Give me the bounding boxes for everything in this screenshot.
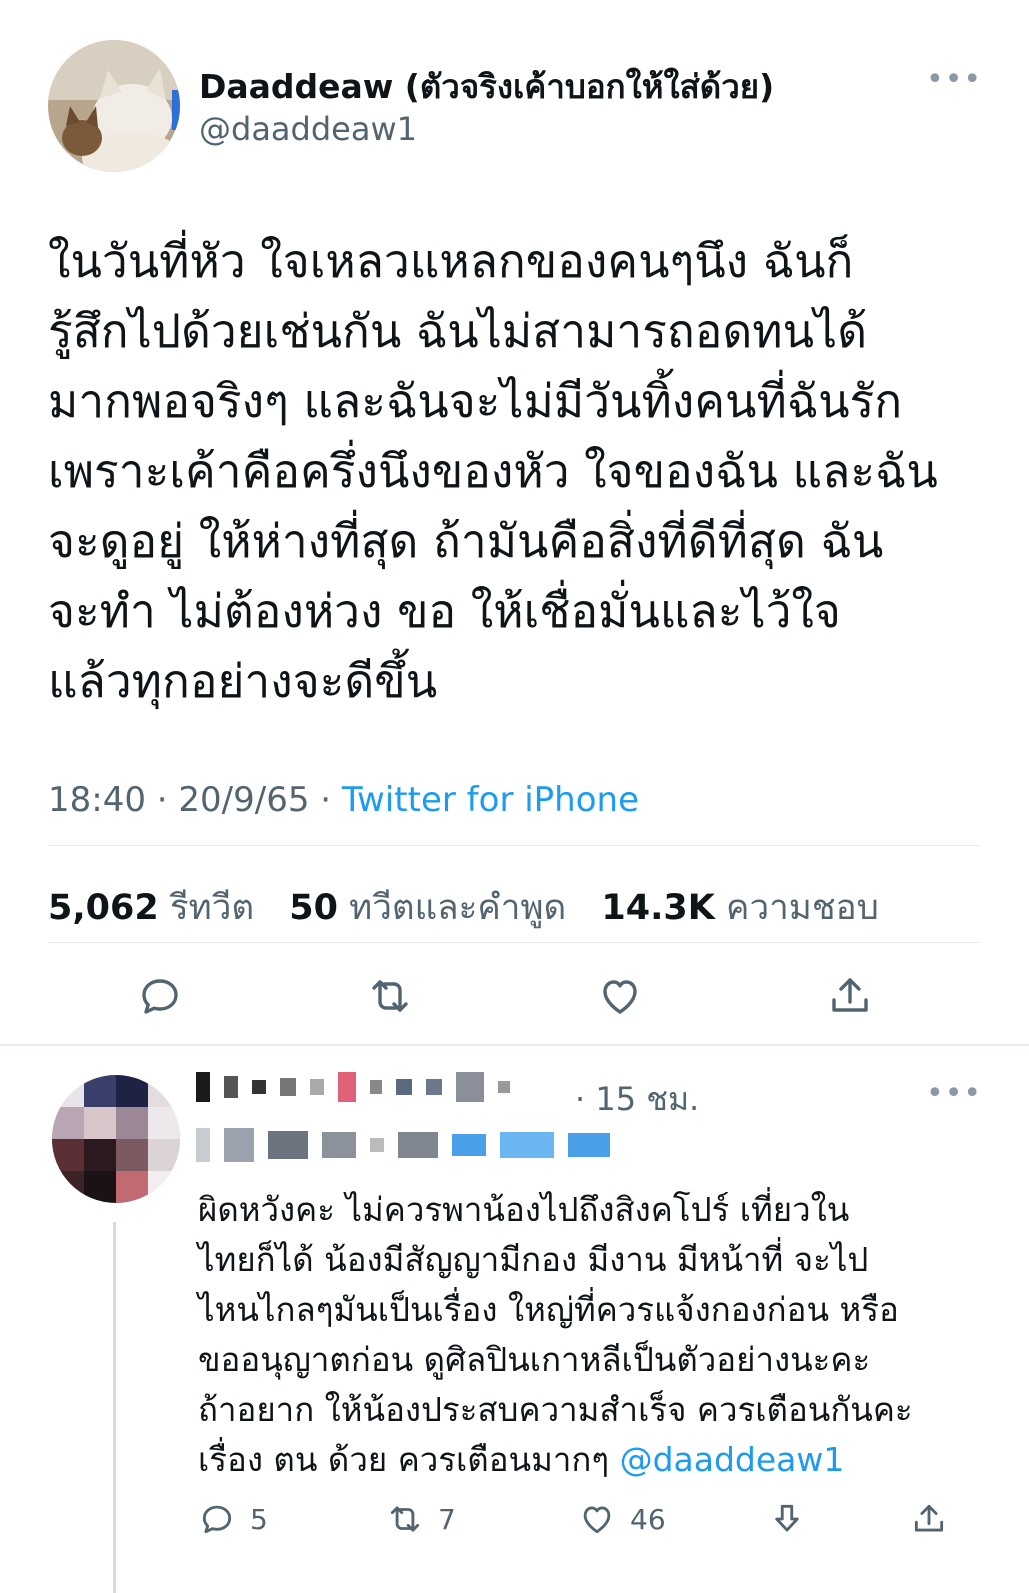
- tweet-meta: 18:40 · 20/9/65 · Twitter for iPhone: [48, 780, 639, 820]
- divider: [48, 942, 980, 943]
- share-icon: [914, 1504, 944, 1532]
- likes-count[interactable]: 14.3K: [601, 888, 714, 928]
- retweets-count[interactable]: 5,062: [48, 888, 159, 928]
- tweet-source[interactable]: Twitter for iPhone: [342, 780, 639, 820]
- reply-author-avatar[interactable]: [52, 1075, 180, 1203]
- retweet-icon: [390, 1506, 420, 1532]
- retweet-icon[interactable]: [366, 972, 414, 1020]
- share-icon[interactable]: [826, 972, 874, 1020]
- reply-mention[interactable]: @daaddeaw1: [620, 1440, 845, 1479]
- more-horizontal-icon[interactable]: •••: [926, 62, 982, 97]
- downvote-icon: [775, 1504, 799, 1532]
- quotes-label[interactable]: ทวีตและคำพูด: [349, 888, 566, 928]
- reply-text: ผิดหวังคะ ไม่ควรพาน้องไปถึงสิงคโปร์ เที่…: [198, 1185, 988, 1485]
- likes-label[interactable]: ความชอบ: [726, 888, 879, 928]
- more-horizontal-icon[interactable]: •••: [926, 1076, 982, 1111]
- quotes-count[interactable]: 50: [289, 888, 338, 928]
- retweets-label[interactable]: รีทวีต: [170, 888, 254, 928]
- like-icon[interactable]: [596, 972, 644, 1020]
- reply-downvote-button[interactable]: [768, 1500, 806, 1538]
- reply-share-button[interactable]: [910, 1500, 948, 1538]
- reply-reply-button[interactable]: 5: [198, 1500, 268, 1538]
- reply-author-name-redacted[interactable]: [196, 1072, 510, 1102]
- author-avatar[interactable]: [48, 40, 180, 172]
- reply-icon: [202, 1505, 232, 1534]
- reply-icon[interactable]: [136, 972, 184, 1020]
- tweet-text: ในวันที่หัว ใจเหลวแหลกของคนๆนึง ฉันก็ รู…: [48, 234, 938, 708]
- reply-like-button[interactable]: 46: [578, 1500, 666, 1538]
- reply-author-handle-redacted[interactable]: [196, 1128, 610, 1162]
- tweet-timestamp[interactable]: 18:40 · 20/9/65 ·: [48, 780, 331, 820]
- reply-count: 5: [250, 1502, 268, 1536]
- like-icon: [583, 1506, 611, 1534]
- reply-retweet-button[interactable]: 7: [386, 1500, 456, 1538]
- reply-timestamp[interactable]: · 15 ชม.: [575, 1074, 699, 1125]
- author-handle[interactable]: @daaddeaw1: [199, 110, 417, 148]
- retweet-count: 7: [438, 1502, 456, 1536]
- section-divider: [0, 1044, 1029, 1046]
- author-display-name[interactable]: Daaddeaw (ตัวจริงเค้าบอกให้ใส่ด้วย): [199, 60, 774, 113]
- divider: [48, 845, 980, 846]
- thread-line: [113, 1222, 116, 1593]
- tweet-stats: 5,062 รีทวีต 50 ทวีตและคำพูด 14.3K ความช…: [48, 880, 903, 935]
- like-count: 46: [630, 1502, 666, 1536]
- reply-body: ผิดหวังคะ ไม่ควรพาน้องไปถึงสิงคโปร์ เที่…: [198, 1190, 913, 1479]
